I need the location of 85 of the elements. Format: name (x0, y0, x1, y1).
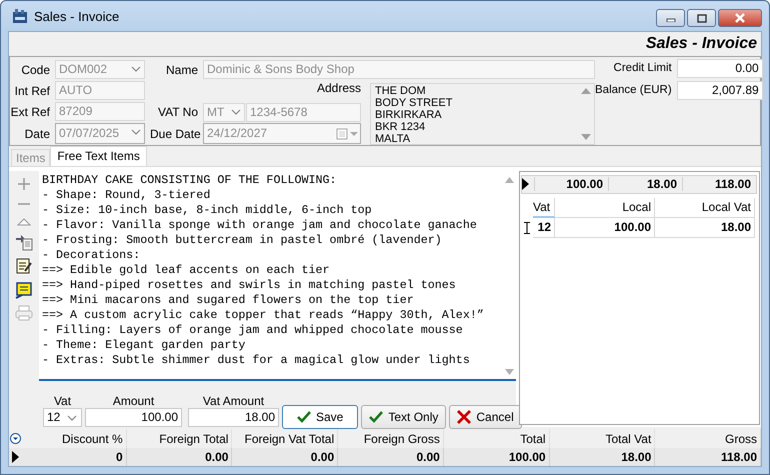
scroll-down-icon (504, 368, 514, 375)
dropdown-icon[interactable] (10, 433, 20, 444)
table-cell: 100.00 (555, 218, 655, 238)
column-header: Local (555, 198, 655, 218)
close-icon (734, 13, 746, 23)
tab[interactable]: Free Text Items (50, 146, 147, 166)
total-cell: 0.00 (126, 448, 232, 466)
move-up-icon[interactable] (17, 216, 31, 227)
row-pointer-icon (12, 451, 18, 463)
address-line: BIRKIRKARA (375, 108, 443, 121)
text-line: ==> Hand-piped rosettes and swirls in matching pastel tones (42, 278, 457, 293)
maximize-icon (696, 14, 706, 22)
address-line: BKR 1234 (375, 120, 426, 133)
address-field[interactable]: THE DOM BODY STREET BIRKIRKARA BKR 1234 MALTA (370, 82, 595, 145)
table-cell: 18.00 (655, 218, 755, 238)
vat-amount-field[interactable]: 18.00 (188, 408, 279, 427)
window-title: Sales - Invoice (34, 8, 120, 24)
field-label: Balance (EUR) (595, 84, 672, 96)
text-line: ==> Edible gold leaf accents on each tier (42, 262, 331, 278)
address-line: MALTA (375, 132, 412, 145)
form-heading: Sales - Invoice (646, 34, 757, 53)
text-line: - Shape: Round, 3-tiered (42, 188, 212, 203)
note-icon[interactable] (15, 280, 33, 299)
text-line: - Size: 10-inch base, 8-inch middle, 6-inch top (42, 202, 373, 218)
field-label: Date (24, 126, 50, 141)
text-line: - Frosting: Smooth buttercream in pastel ombré (lavender) (42, 232, 443, 248)
total-cell: 18.00 (608, 177, 682, 192)
total-cell: 118.00 (655, 448, 761, 466)
scroll-up-icon (581, 88, 591, 94)
field-label: Name (164, 62, 198, 77)
minimize-button[interactable] (656, 9, 685, 27)
app-icon (12, 8, 28, 24)
cancel-icon (457, 410, 472, 424)
check-icon (369, 410, 384, 423)
text-line: BIRTHDAY CAKE CONSISTING OF THE FOLLOWING: (42, 172, 338, 188)
scroll-up-icon (504, 176, 514, 183)
field-label: Vat (54, 394, 72, 408)
scroll-down-icon (581, 134, 591, 140)
text-line: - Theme: Elegant garden party (42, 338, 246, 353)
column-header: Vat (533, 198, 555, 218)
edit-icon[interactable] (15, 256, 33, 275)
text-cursor-icon (524, 222, 530, 234)
cancel-button[interactable]: Cancel (449, 404, 522, 429)
field-label: Credit Limit (612, 62, 672, 74)
table-cell: 12 (533, 218, 555, 238)
text-line: - Extras: Subtle shimmer dust for a magical glow under lights (42, 352, 471, 368)
field-label: Code (20, 62, 50, 77)
field-label: Ext Ref (10, 104, 50, 119)
copy-icon[interactable] (15, 232, 33, 251)
caret-icon (130, 64, 142, 74)
balance-field[interactable]: 2,007.89 (676, 80, 763, 100)
caret-icon (230, 106, 242, 117)
field-label: Address (316, 80, 361, 95)
total-cell: 118.00 (682, 177, 756, 192)
vat-dropdown[interactable]: 12 (43, 408, 82, 427)
text-line: ==> A custom acrylic cake topper that reads “Happy 30th, Alex!” (42, 308, 485, 323)
text-only-button[interactable]: Text Only (361, 404, 446, 429)
total-cell: 0 (21, 448, 127, 466)
total-cell: 100.00 (534, 177, 608, 192)
total-cell: 100.00 (444, 448, 550, 466)
close-button[interactable] (718, 9, 762, 27)
field-label: Due Date (150, 126, 198, 141)
caret-icon (66, 412, 78, 423)
text-line: ==> Mini macarons and sugared flowers on the top tier (42, 292, 415, 308)
total-cell: 0.00 (338, 448, 444, 466)
row-pointer-icon (522, 178, 529, 190)
column-header: Local Vat (655, 198, 755, 218)
calendar-icon (336, 128, 358, 140)
caret-icon (130, 126, 142, 137)
field-label: VAT No (156, 104, 198, 119)
field-label: Amount (112, 394, 154, 408)
field-label: Int Ref (14, 84, 50, 98)
field-label: Vat Amount (202, 394, 264, 408)
address-line: THE DOM (375, 84, 427, 97)
address-line: BODY STREET (375, 96, 454, 109)
save-button[interactable]: Save (282, 404, 358, 429)
maximize-button[interactable] (687, 9, 716, 27)
total-cell: 0.00 (232, 448, 338, 466)
check-icon (297, 410, 311, 423)
total-cell: 18.00 (550, 448, 656, 466)
amount-field[interactable]: 100.00 (85, 408, 182, 427)
text-line: - Filling: Layers of orange jam and whipped chocolate mousse (42, 322, 464, 338)
credit-limit-field[interactable]: 0.00 (676, 58, 763, 78)
text-line: - Flavor: Vanilla sponge with orange jam and chocolate ganache (42, 218, 478, 233)
text-line: - Decorations: (42, 248, 142, 263)
